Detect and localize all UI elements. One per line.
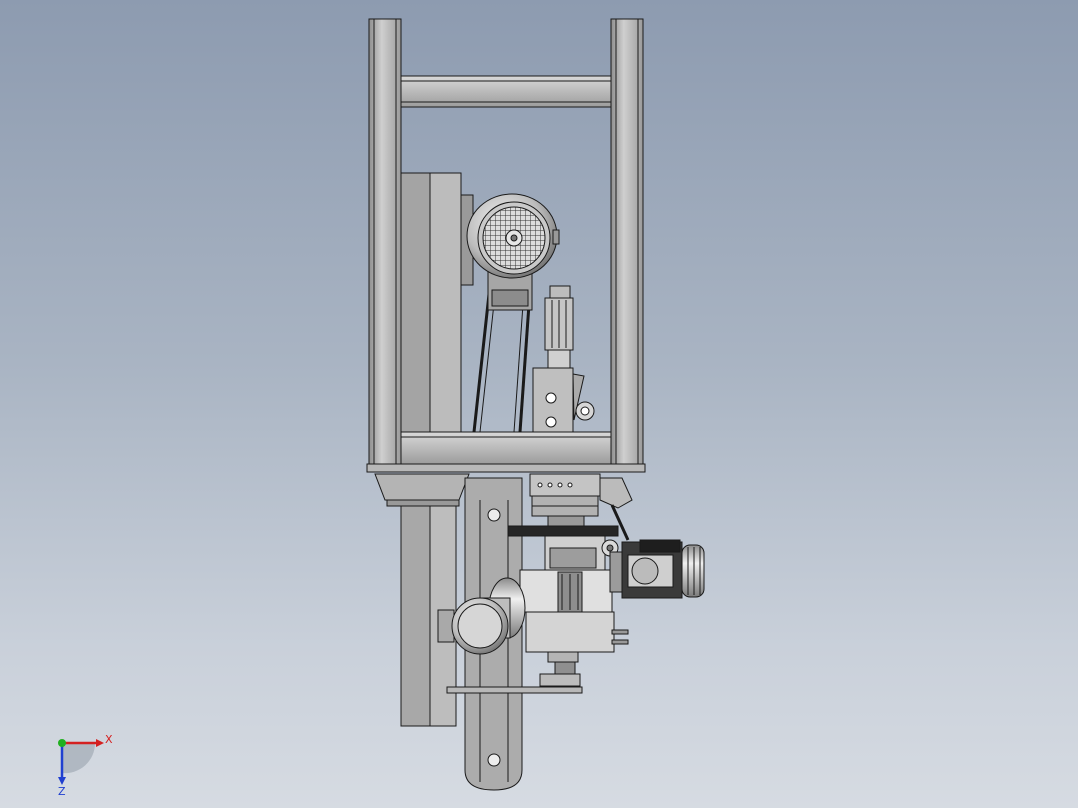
side-motor-right[interactable] (609, 539, 705, 599)
top-drive-motor[interactable] (466, 193, 560, 311)
cad-viewport[interactable]: X Z (0, 0, 1078, 808)
triad-shadow-icon (62, 743, 96, 774)
machine-assembly-model[interactable] (0, 0, 1078, 808)
frame-base-plate[interactable] (366, 463, 646, 473)
coordinate-triad: X Z (58, 733, 113, 798)
x-axis-label: X (105, 733, 113, 746)
mounting-plate[interactable] (507, 525, 619, 537)
cylinder-actuator[interactable] (532, 285, 595, 433)
z-axis-label: Z (58, 785, 66, 798)
y-axis-origin-icon (58, 739, 66, 747)
